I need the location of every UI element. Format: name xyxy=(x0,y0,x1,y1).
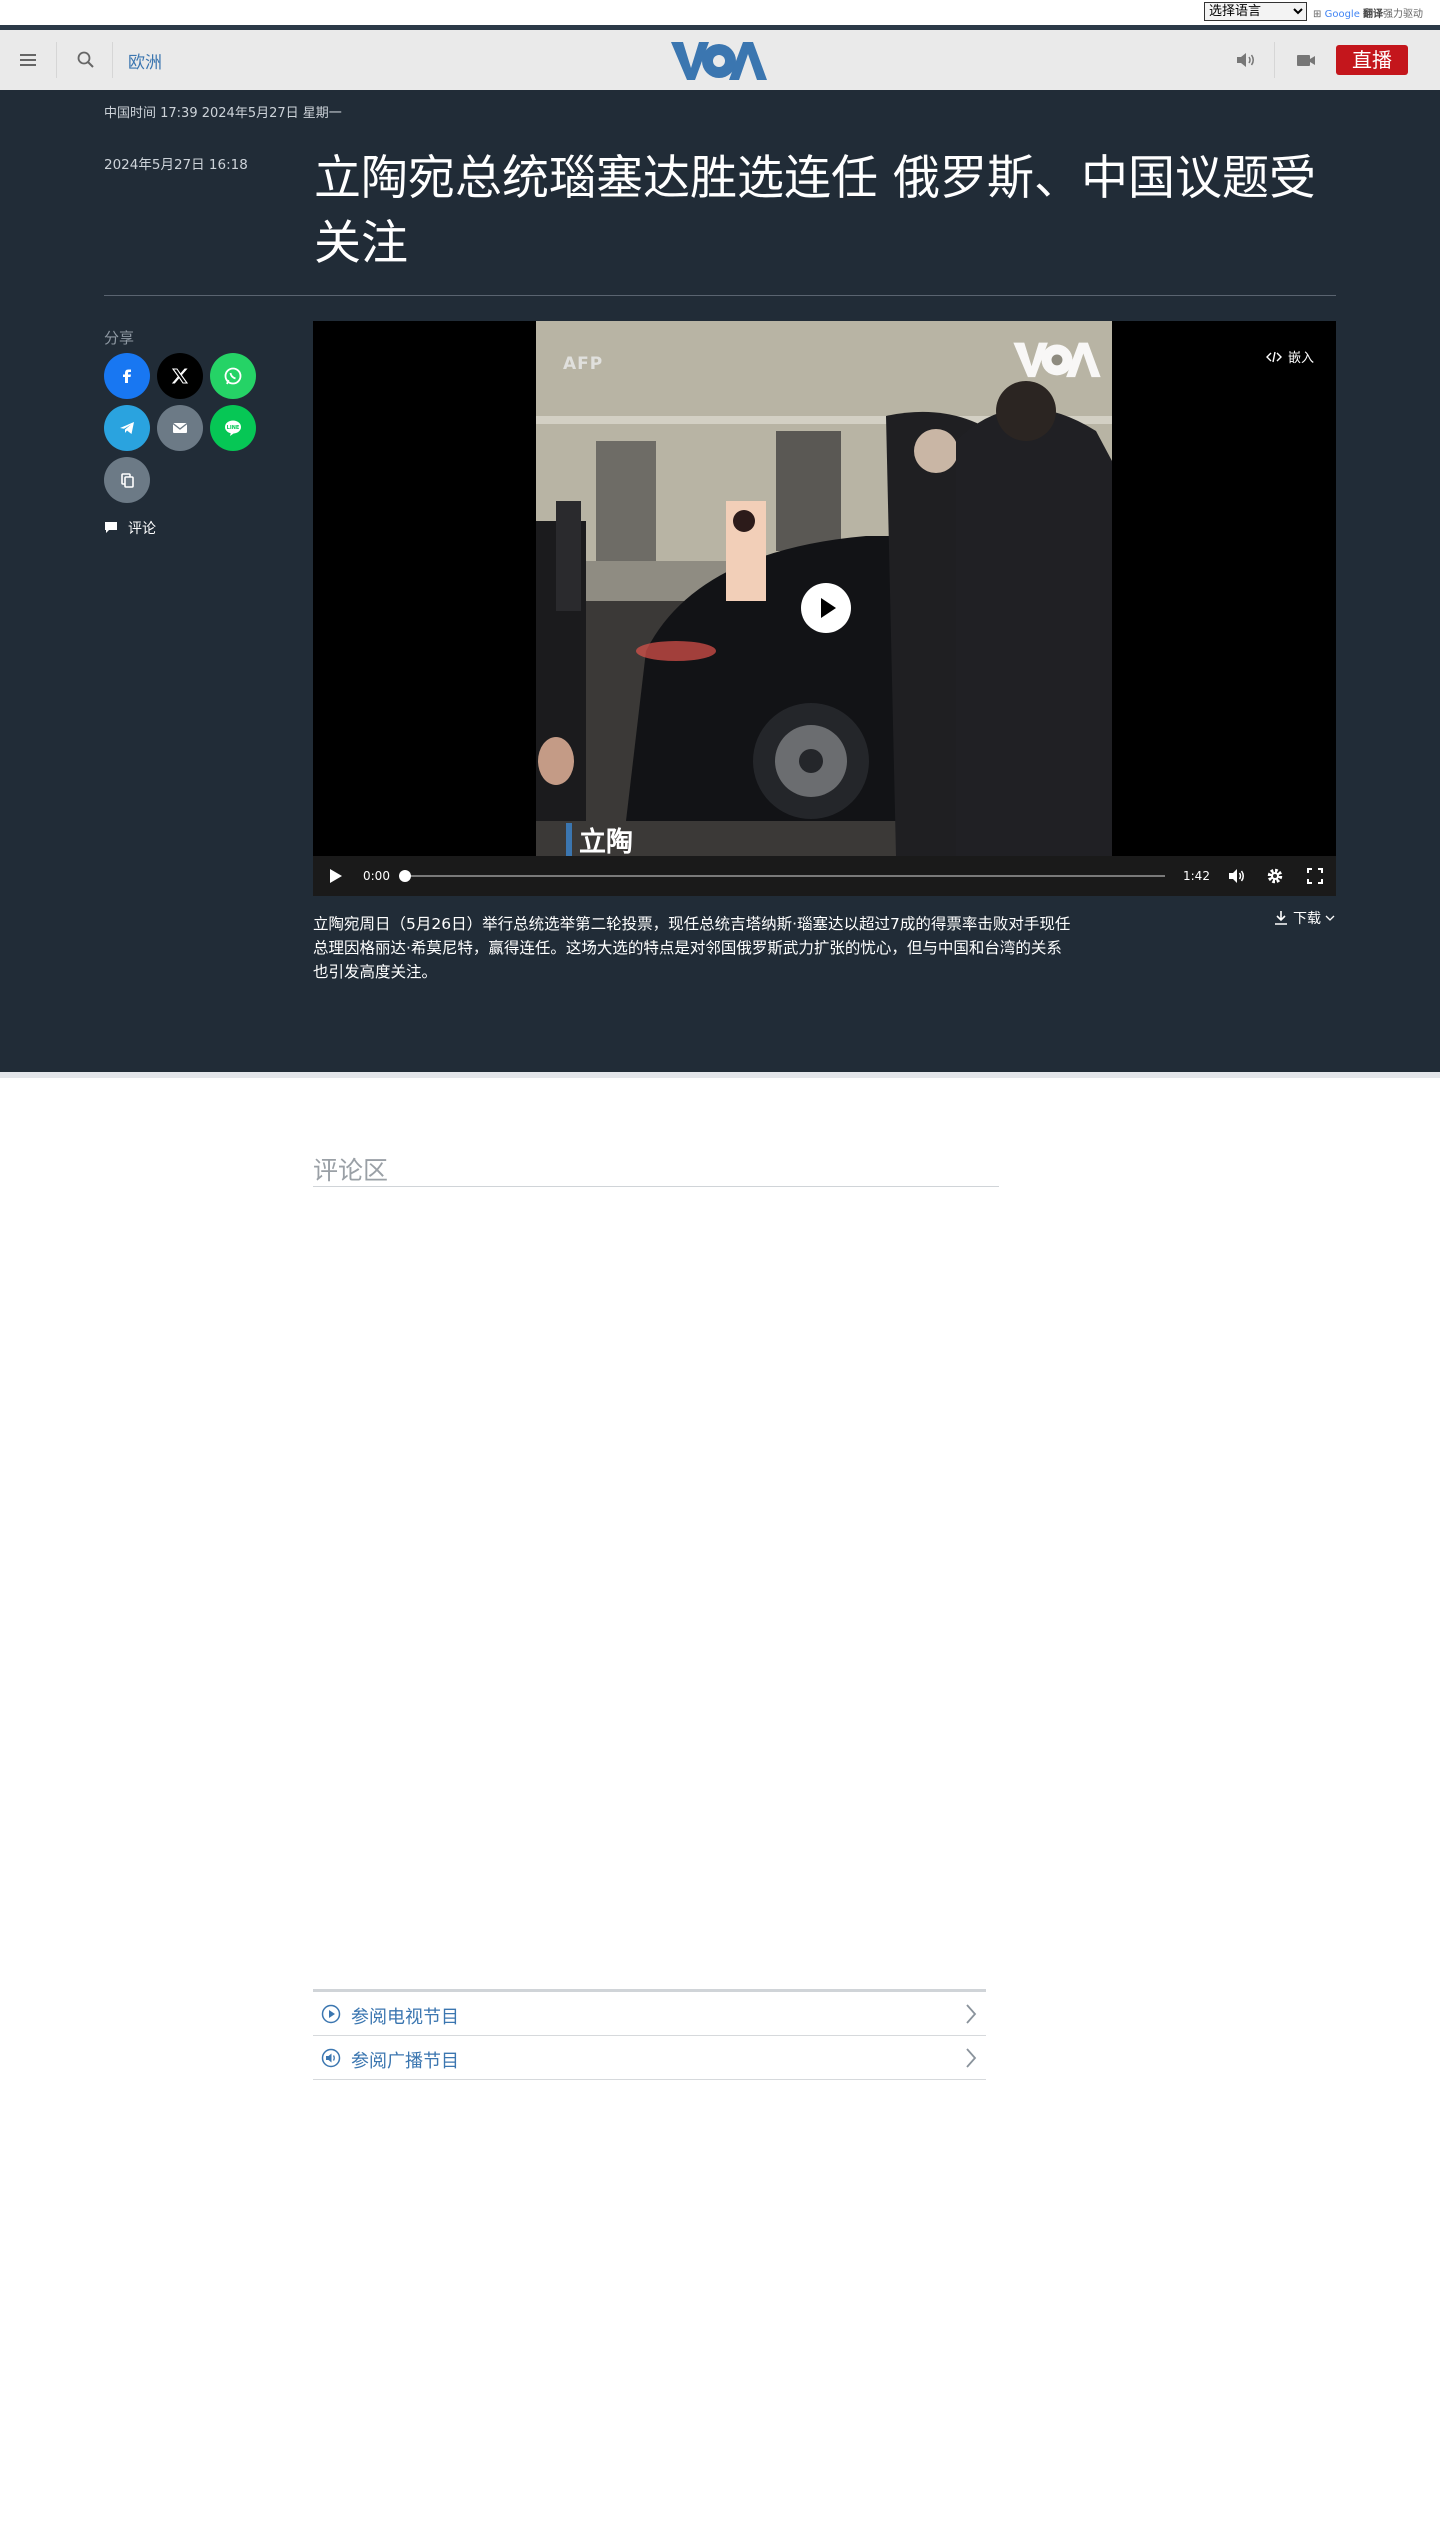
translate-bar: 选择语言 ⊞ Google 翻译强力驱动 xyxy=(0,0,1440,25)
line-icon: LINE xyxy=(225,420,241,436)
comments-section-title: 评论区 xyxy=(313,1156,389,1185)
audio-icon xyxy=(1237,53,1254,67)
share-line-button[interactable]: LINE xyxy=(210,405,256,451)
search-icon xyxy=(77,51,94,68)
download-button[interactable]: 下载 xyxy=(1273,908,1335,928)
video-voa-watermark xyxy=(1013,342,1101,378)
hero-bottom-border xyxy=(0,1072,1440,1078)
copy-icon xyxy=(121,473,134,488)
video-button[interactable] xyxy=(1292,48,1320,72)
comments-link[interactable]: 评论 xyxy=(104,518,156,538)
volume-icon xyxy=(1229,869,1244,883)
chevron-right-icon xyxy=(966,2004,977,2024)
big-play-button[interactable] xyxy=(801,583,851,633)
email-icon xyxy=(172,422,188,433)
share-telegram-button[interactable] xyxy=(104,405,150,451)
mute-button[interactable] xyxy=(1226,866,1246,886)
settings-button[interactable] xyxy=(1265,866,1285,886)
play-icon xyxy=(330,869,342,883)
copy-link-button[interactable] xyxy=(104,457,150,503)
google-wordmark[interactable]: Google xyxy=(1325,9,1360,20)
language-select[interactable]: 选择语言 xyxy=(1204,2,1307,21)
article-hero: 中国时间 17:39 2024年5月27日 星期一 2024年5月27日 16:… xyxy=(0,90,1440,1072)
share-label: 分享 xyxy=(104,329,135,347)
nav-divider xyxy=(56,42,57,78)
facebook-icon xyxy=(123,369,131,383)
article-summary: 立陶宛周日（5月26日）举行总统选举第二轮投票，现任总统吉塔纳斯·瑙塞达以超过7… xyxy=(313,915,1071,981)
video-controls: 0:00 1:42 xyxy=(313,856,1336,896)
current-time: 0:00 xyxy=(363,869,390,883)
share-email-button[interactable] xyxy=(157,405,203,451)
progress-knob[interactable] xyxy=(399,870,411,882)
embed-button[interactable]: 嵌入 xyxy=(1266,347,1314,366)
radio-icon xyxy=(321,2048,341,2068)
svg-text:LINE: LINE xyxy=(227,425,240,431)
tv-programs-label: 参阅电视节目 xyxy=(351,2007,459,2028)
afp-watermark: AFP xyxy=(563,354,604,374)
search-button[interactable] xyxy=(72,46,100,74)
nav-divider xyxy=(1274,42,1275,78)
translate-credit: ⊞ Google 翻译强力驱动 xyxy=(1313,5,1423,20)
play-icon xyxy=(821,598,836,618)
tv-programs-link[interactable]: 参阅电视节目 xyxy=(313,1992,986,2036)
download-icon xyxy=(1275,911,1287,925)
translate-suffix: 强力驱动 xyxy=(1383,9,1424,20)
share-x-button[interactable] xyxy=(157,353,203,399)
fullscreen-button[interactable] xyxy=(1305,866,1325,886)
video-icon xyxy=(1297,55,1315,66)
duration: 1:42 xyxy=(1183,869,1210,883)
radio-programs-label: 参阅广播节目 xyxy=(351,2051,459,2072)
comment-icon xyxy=(105,522,117,533)
chevron-down-icon xyxy=(1325,915,1335,921)
video-caption: 立陶 xyxy=(579,827,633,856)
headline-divider xyxy=(104,295,1336,296)
caption-accent-bar xyxy=(566,823,572,856)
whatsapp-icon xyxy=(224,367,242,385)
share-whatsapp-button[interactable] xyxy=(210,353,256,399)
site-header: 欧洲 直播 xyxy=(0,30,1440,90)
menu-button[interactable] xyxy=(14,46,42,74)
chevron-right-icon xyxy=(966,2048,977,2068)
gear-icon xyxy=(1267,868,1283,884)
x-icon xyxy=(171,368,189,384)
comments-divider xyxy=(313,1186,999,1187)
current-time-clock: 中国时间 17:39 2024年5月27日 星期一 xyxy=(104,106,342,121)
comments-link-label: 评论 xyxy=(128,521,156,537)
menu-icon-bar xyxy=(20,54,36,56)
progress-bar[interactable] xyxy=(399,870,1165,882)
publish-date: 2024年5月27日 16:18 xyxy=(104,157,248,173)
nav-divider xyxy=(112,42,113,78)
section-link-europe[interactable]: 欧洲 xyxy=(128,48,162,73)
fullscreen-icon xyxy=(1307,868,1323,884)
tv-play-icon xyxy=(321,2004,341,2024)
share-facebook-button[interactable] xyxy=(104,353,150,399)
embed-code-icon xyxy=(1266,351,1282,362)
radio-programs-link[interactable]: 参阅广播节目 xyxy=(313,2036,986,2080)
menu-icon-bar xyxy=(20,64,36,66)
play-button[interactable] xyxy=(325,866,345,886)
live-button[interactable]: 直播 xyxy=(1336,45,1408,75)
translate-word[interactable]: 翻译 xyxy=(1363,9,1383,20)
article-headline: 立陶宛总统瑙塞达胜选连任 俄罗斯、中国议题受关注 xyxy=(314,151,1316,271)
audio-button[interactable] xyxy=(1232,48,1258,72)
program-links: 参阅电视节目 参阅广播节目 xyxy=(313,1989,986,2080)
menu-icon-bar xyxy=(20,59,36,61)
telegram-icon xyxy=(120,422,134,434)
video-player[interactable]: AFP 立陶 嵌入 0:00 1:42 xyxy=(313,321,1336,896)
voa-logo[interactable] xyxy=(669,38,769,82)
embed-label: 嵌入 xyxy=(1288,351,1315,366)
translate-grid-icon: ⊞ xyxy=(1313,9,1322,20)
download-label: 下载 xyxy=(1293,911,1321,927)
